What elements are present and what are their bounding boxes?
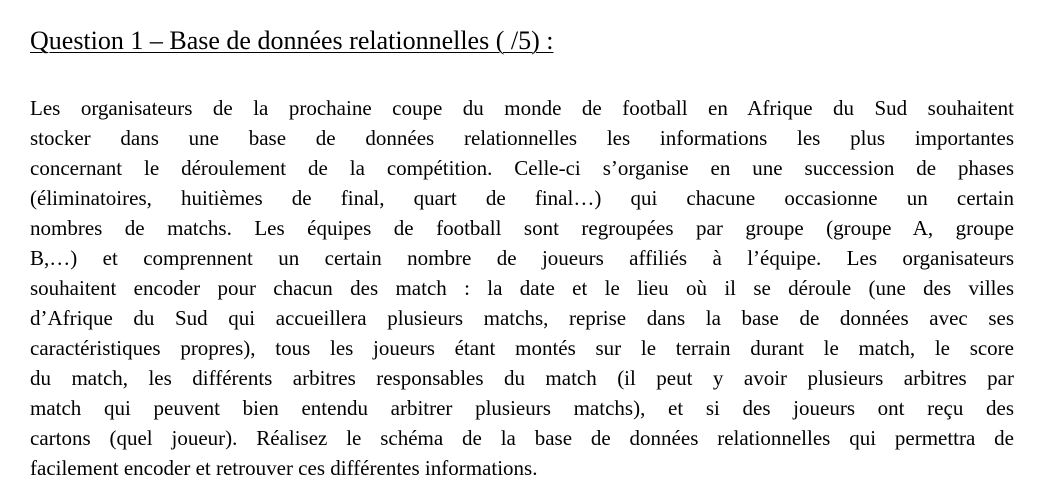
- paragraph-line: facilement encoder et retrouver ces diff…: [30, 456, 538, 480]
- paragraph-line: d’Afrique du Sud qui accueillera plusieu…: [30, 306, 1014, 330]
- paragraph-line: Les organisateurs de la prochaine coupe …: [30, 96, 1014, 120]
- paragraph-line: caractéristiques propres), tous les joue…: [30, 336, 1014, 360]
- paragraph-line: cartons (quel joueur). Réalisez le schém…: [30, 426, 1014, 450]
- paragraph-line: nombres de matchs. Les équipes de footba…: [30, 216, 1014, 240]
- paragraph-line: souhaitent encoder pour chacun des match…: [30, 276, 1014, 300]
- question-title: Question 1 – Base de données relationnel…: [30, 26, 554, 55]
- document-page: Question 1 – Base de données relationnel…: [0, 0, 1039, 498]
- paragraph-line: B,…) et comprennent un certain nombre de…: [30, 246, 1014, 270]
- question-paragraph: Les organisateurs de la prochaine coupe …: [30, 93, 1014, 483]
- paragraph-line: match qui peuvent bien entendu arbitrer …: [30, 396, 1014, 420]
- paragraph-line: stocker dans une base de données relatio…: [30, 126, 1014, 150]
- paragraph-line: (éliminatoires, huitièmes de final, quar…: [30, 186, 1014, 210]
- paragraph-line: du match, les différents arbitres respon…: [30, 366, 1014, 390]
- paragraph-line: concernant le déroulement de la compétit…: [30, 156, 1014, 180]
